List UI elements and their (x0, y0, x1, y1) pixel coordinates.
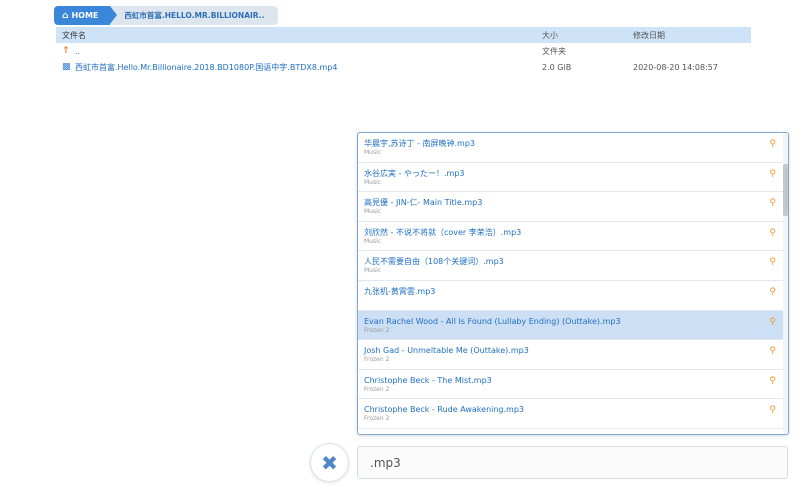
breadcrumb-home[interactable]: ⌂ HOME (54, 6, 118, 25)
track-title: 高見優 - JIN-仁- Main Title.mp3 (364, 198, 483, 208)
location-pin-icon[interactable]: ⚲ (769, 139, 776, 149)
playlist-track[interactable]: 人民不需要自由（108个关键词）.mp3 Music ⚲ (358, 251, 784, 281)
playlist[interactable]: 华晨宇,苏诗丁 - 南屏晚钟.mp3 Music ⚲ 水谷広実 - やったー！.… (357, 132, 789, 435)
search-input[interactable] (357, 446, 788, 479)
location-pin-icon[interactable]: ⚲ (769, 257, 776, 267)
video-file-icon: ▩ (62, 62, 71, 72)
playlist-scrollbar-thumb[interactable] (783, 164, 788, 216)
track-title: 华晨宇,苏诗丁 - 南屏晚钟.mp3 (364, 139, 476, 148)
track-album: Music (364, 208, 382, 216)
file-table: 文件名 大小 修改日期 ↑ .. 文件夹 ▩ 西虹市首富.Hello.Mr.Bi… (56, 27, 751, 75)
track-title: Evan Rachel Wood - All Is Found (Lullaby… (364, 316, 621, 326)
close-icon: ✖ (321, 450, 338, 475)
playlist-track[interactable]: 华晨宇,苏诗丁 - 南屏晚钟.mp3 Music ⚲ (358, 133, 784, 163)
track-album: Frozen 2 (364, 385, 390, 393)
track-album: Music (364, 237, 382, 245)
track-album: Frozen 2 (364, 326, 390, 334)
track-title: Christophe Beck - The Mist.mp3 (364, 375, 492, 385)
location-pin-icon[interactable]: ⚲ (769, 346, 776, 356)
location-pin-icon[interactable]: ⚲ (769, 198, 776, 208)
breadcrumb: ⌂ HOME 西虹市首富.HELLO.MR.BILLIONAIR.. (54, 6, 279, 25)
parent-folder-link[interactable]: .. (75, 47, 80, 56)
playlist-track[interactable]: Christophe Beck - The Mist.mp3 Frozen 2 … (358, 370, 784, 400)
track-title: 人民不需要自由（108个关键词）.mp3 (364, 257, 504, 267)
header-name[interactable]: 文件名 (56, 30, 542, 41)
playlist-track[interactable]: 高見優 - JIN-仁- Main Title.mp3 Music ⚲ (358, 192, 784, 222)
playlist-track[interactable]: 九张机-黄霄雲.mp3 ⚲ (358, 281, 784, 311)
breadcrumb-current-folder[interactable]: 西虹市首富.HELLO.MR.BILLIONAIR.. (110, 6, 279, 25)
location-pin-icon[interactable]: ⚲ (769, 169, 776, 179)
track-title: Josh Gad - Unmeltable Me (Outtake).mp3 (364, 346, 529, 356)
track-title: 九张机-黄霄雲.mp3 (364, 286, 436, 296)
file-link[interactable]: 西虹市首富.Hello.Mr.Billionaire.2018.BD1080P.… (75, 62, 337, 73)
table-row[interactable]: ↑ .. 文件夹 (56, 43, 751, 59)
playlist-track[interactable]: 水谷広実 - やったー！.mp3 Music ⚲ (358, 163, 784, 193)
track-title: 水谷広実 - やったー！.mp3 (364, 168, 465, 178)
track-album: Frozen 2 (364, 356, 390, 364)
file-table-header: 文件名 大小 修改日期 (56, 27, 751, 43)
playlist-track[interactable]: 刘欣然 - 不说不将就（cover 李荣浩）.mp3 Music ⚲ (358, 222, 784, 252)
row-date: 2020-08-20 14:08:57 (633, 62, 718, 72)
track-album: Music (364, 149, 382, 156)
location-pin-icon[interactable]: ⚲ (769, 376, 776, 386)
home-icon: ⌂ (62, 10, 69, 21)
location-pin-icon[interactable]: ⚲ (769, 405, 776, 415)
track-title: 刘欣然 - 不说不将就（cover 李荣浩）.mp3 (364, 227, 522, 237)
table-row[interactable]: ▩ 西虹市首富.Hello.Mr.Billionaire.2018.BD1080… (56, 59, 751, 75)
location-pin-icon[interactable]: ⚲ (769, 317, 776, 327)
track-album: Music (364, 178, 382, 186)
track-title: Christophe Beck - Rude Awakening.mp3 (364, 405, 525, 415)
up-arrow-icon: ↑ (62, 46, 70, 56)
close-button[interactable]: ✖ (310, 443, 349, 482)
row-size: 文件夹 (542, 46, 566, 56)
track-album: Music (364, 267, 382, 275)
playlist-track[interactable]: Josh Gad - Unmeltable Me (Outtake).mp3 F… (358, 340, 784, 370)
header-size[interactable]: 大小 (542, 30, 633, 41)
track-album: Frozen 2 (364, 415, 390, 423)
row-size: 2.0 GiB (542, 62, 572, 72)
location-pin-icon[interactable]: ⚲ (769, 287, 776, 297)
playlist-track-active[interactable]: Evan Rachel Wood - All Is Found (Lullaby… (358, 310, 784, 341)
playlist-track[interactable]: Christophe Beck - Rude Awakening.mp3 Fro… (358, 399, 784, 429)
location-pin-icon[interactable]: ⚲ (769, 228, 776, 238)
breadcrumb-home-label: HOME (71, 11, 99, 20)
header-date[interactable]: 修改日期 (633, 30, 751, 41)
